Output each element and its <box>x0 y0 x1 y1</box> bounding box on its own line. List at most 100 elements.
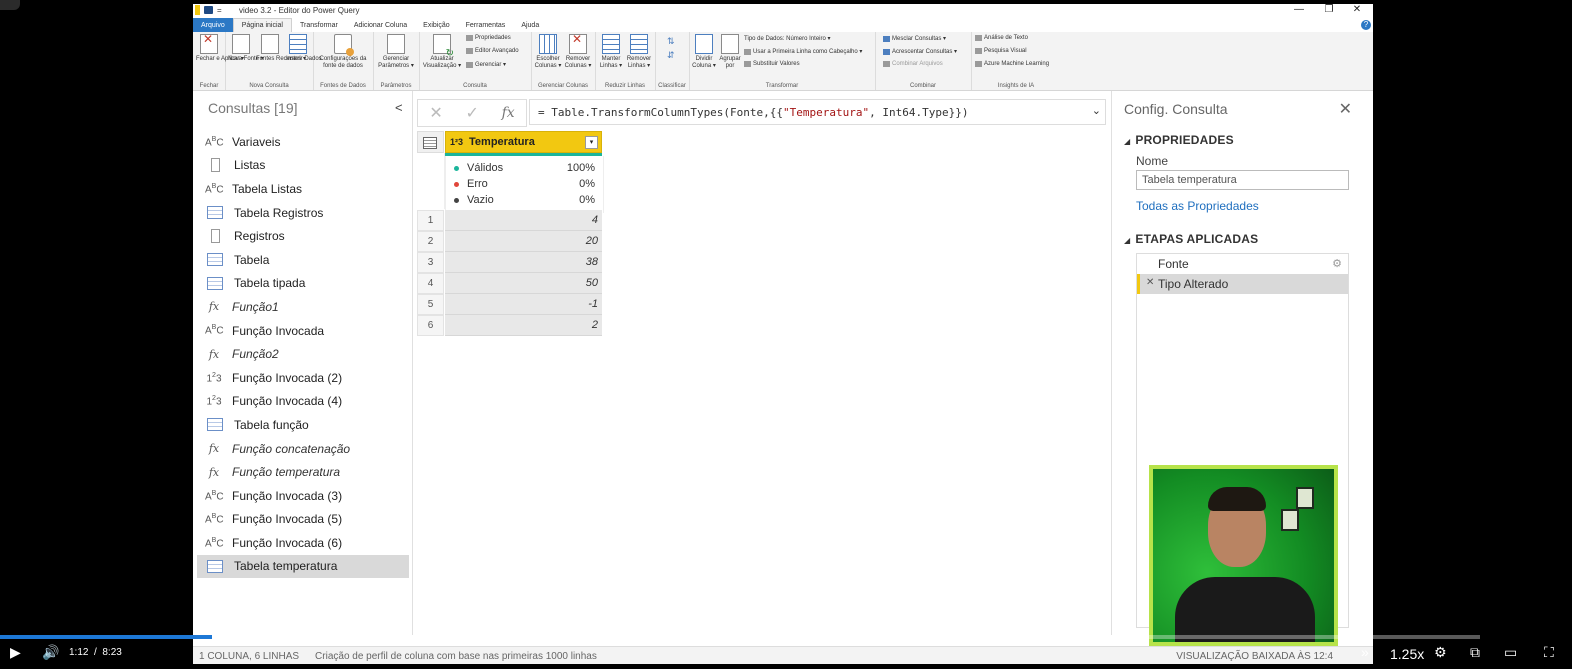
skip-forward-icon[interactable]: » <box>1361 644 1369 660</box>
tab-ferramentas[interactable]: Ferramentas <box>458 18 514 32</box>
query-name-input[interactable] <box>1136 170 1349 190</box>
minimize-button[interactable]: — <box>1285 4 1313 15</box>
theater-mode-icon[interactable]: ▭ <box>1504 644 1517 661</box>
merge-queries-button[interactable]: Mesclar Consultas ▾ <box>883 35 946 42</box>
step-fonte[interactable]: Fonte ⚙ <box>1137 254 1348 274</box>
new-source-button[interactable]: Nova Fonte ▾ <box>228 34 264 63</box>
delete-step-icon[interactable]: ✕ <box>1146 277 1154 288</box>
tab-adicionar-coluna[interactable]: Adicionar Coluna <box>346 18 415 32</box>
text-analytics-button[interactable]: Análise de Texto <box>975 35 1028 41</box>
cell-value[interactable]: 38 <box>445 252 602 273</box>
split-column-button[interactable]: Dividir Coluna ▾ <box>691 34 717 70</box>
step-settings-gear-icon[interactable]: ⚙ <box>1332 257 1342 270</box>
query-item[interactable]: Tabela tipada <box>197 272 409 296</box>
vision-button[interactable]: Pesquisa Visual <box>975 48 1027 54</box>
remove-rows-button[interactable]: Remover Linhas ▾ <box>625 34 653 70</box>
properties-button[interactable]: Propriedades <box>466 35 511 41</box>
tab-exibicao[interactable]: Exibição <box>415 18 457 32</box>
function-icon: fx <box>208 347 220 361</box>
row-number[interactable]: 1 <box>417 210 444 231</box>
picture-in-picture-icon[interactable]: ⧉ <box>1470 644 1480 661</box>
table-menu-button[interactable] <box>417 131 444 153</box>
row-number[interactable]: 4 <box>417 273 444 294</box>
query-item[interactable]: ABC Função Invocada <box>197 319 409 343</box>
combine-files-button[interactable]: Combinar Arquivos <box>883 61 943 67</box>
video-progress-bar[interactable] <box>0 635 1480 639</box>
query-item[interactable]: fx Função concatenação <box>197 437 409 461</box>
query-item[interactable]: Listas <box>197 154 409 178</box>
tab-ajuda[interactable]: Ajuda <box>513 18 547 32</box>
cancel-formula-icon[interactable]: ✕ <box>429 103 442 123</box>
all-properties-link[interactable]: Todas as Propriedades <box>1136 199 1259 213</box>
data-source-settings-button[interactable]: Configurações da fonte de dados <box>315 34 371 70</box>
row-number[interactable]: 5 <box>417 294 444 315</box>
query-item[interactable]: fx Função2 <box>197 342 409 366</box>
tab-pagina-inicial[interactable]: Página inicial <box>232 18 292 32</box>
keep-rows-button[interactable]: Manter Linhas ▾ <box>597 34 625 70</box>
insert-function-icon[interactable]: fx <box>502 105 515 121</box>
choose-columns-button[interactable]: Escolher Colunas ▾ <box>533 34 563 70</box>
query-item[interactable]: Tabela <box>197 248 409 272</box>
close-window-button[interactable]: ✕ <box>1343 4 1371 15</box>
manage-parameters-button[interactable]: Gerenciar Parâmetros ▾ <box>375 34 417 70</box>
query-item[interactable]: ABC Função Invocada (5) <box>197 508 409 532</box>
cell-value[interactable]: 4 <box>445 210 602 231</box>
advanced-editor-button[interactable]: Editor Avançado <box>466 48 519 54</box>
volume-icon[interactable]: 🔊 <box>42 644 59 661</box>
row-number[interactable]: 3 <box>417 252 444 273</box>
close-settings-icon[interactable]: ✕ <box>1339 99 1352 119</box>
group-by-button[interactable]: Agrupar por <box>718 34 742 70</box>
append-queries-button[interactable]: Acrescentar Consultas ▾ <box>883 48 957 55</box>
tab-transformar[interactable]: Transformar <box>292 18 346 32</box>
column-filter-icon[interactable]: ▾ <box>585 136 598 149</box>
cell-value[interactable]: 2 <box>445 315 602 336</box>
refresh-preview-button[interactable]: Atualizar Visualização ▾ <box>421 34 463 70</box>
query-item[interactable]: fx Função temperatura <box>197 460 409 484</box>
playback-speed[interactable]: 1.25x <box>1390 646 1424 662</box>
query-item[interactable]: Tabela Registros <box>197 201 409 225</box>
tab-arquivo[interactable]: Arquivo <box>193 18 233 32</box>
step-tipo-alterado[interactable]: ✕ Tipo Alterado <box>1137 274 1348 294</box>
query-item[interactable]: ABC Função Invocada (3) <box>197 484 409 508</box>
row-number[interactable]: 2 <box>417 231 444 252</box>
query-item[interactable]: ABC Função Invocada (6) <box>197 531 409 555</box>
query-item[interactable]: 123 Função Invocada (2) <box>197 366 409 390</box>
query-item[interactable]: Registros <box>197 224 409 248</box>
first-row-header-button[interactable]: Usar a Primeira Linha como Cabeçalho ▾ <box>744 48 862 55</box>
enter-data-button[interactable]: Inserir Dados <box>286 34 322 63</box>
formula-bar[interactable]: = Table.TransformColumnTypes(Fonte,{{"Te… <box>529 99 1106 125</box>
whole-number-type-icon[interactable]: 1²3 <box>450 137 463 147</box>
sort-ascending-icon[interactable]: ⇅ <box>667 36 675 47</box>
play-icon[interactable]: ▶ <box>10 644 21 661</box>
query-item[interactable]: Tabela função <box>197 413 409 437</box>
cell-value[interactable]: -1 <box>445 294 602 315</box>
expand-formula-icon[interactable]: ⌄ <box>1092 104 1101 117</box>
cell-value[interactable]: 50 <box>445 273 602 294</box>
manage-button[interactable]: Gerenciar ▾ <box>466 61 506 68</box>
column-header-temperatura[interactable]: 1²3 Temperatura ▾ <box>445 131 602 153</box>
help-icon[interactable]: ? <box>1361 20 1371 30</box>
query-item[interactable]: Tabela temperatura <box>197 554 409 579</box>
fullscreen-icon[interactable]: ⛶ <box>1544 644 1554 661</box>
remove-columns-button[interactable]: Remover Colunas ▾ <box>563 34 593 70</box>
settings-gear-icon[interactable]: ⚙ <box>1434 644 1447 661</box>
applied-steps-header[interactable]: ◢ ETAPAS APLICADAS <box>1124 232 1258 246</box>
replace-values-button[interactable]: Substituir Valores <box>744 61 800 67</box>
restore-button[interactable]: ❐ <box>1315 4 1343 15</box>
collapse-pane-icon[interactable]: < <box>395 100 403 115</box>
properties-section-header[interactable]: ◢ PROPRIEDADES <box>1124 133 1234 147</box>
query-item[interactable]: fx Função1 <box>197 295 409 319</box>
save-icon[interactable] <box>204 6 213 14</box>
cell-value[interactable]: 20 <box>445 231 602 252</box>
query-item[interactable]: ABC Tabela Listas <box>197 177 409 201</box>
recent-sources-button[interactable]: Fontes Recentes ▾ <box>256 34 306 63</box>
data-type-button[interactable]: Tipo de Dados: Número Inteiro ▾ <box>744 35 831 42</box>
query-item[interactable]: 123 Função Invocada (4) <box>197 390 409 414</box>
row-number[interactable]: 6 <box>417 315 444 336</box>
query-item[interactable]: ABC Variaveis <box>197 130 409 154</box>
azure-ml-button[interactable]: Azure Machine Learning <box>975 61 1049 67</box>
close-apply-button[interactable]: Fechar e Aplicar ▾ <box>196 34 244 63</box>
quick-access-dropdown[interactable]: = <box>217 6 222 15</box>
sort-descending-icon[interactable]: ⇵ <box>667 50 675 61</box>
commit-formula-icon[interactable]: ✓ <box>465 103 478 123</box>
